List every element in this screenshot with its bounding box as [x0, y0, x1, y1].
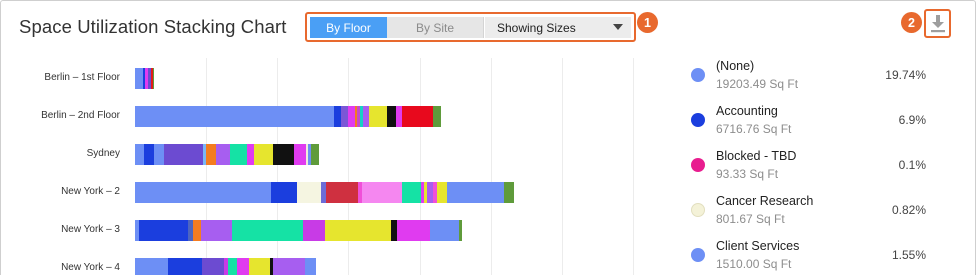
bar-segment[interactable]: [135, 258, 168, 275]
bar-segment[interactable]: [153, 68, 154, 89]
row-label: Berlin – 1st Floor: [44, 72, 120, 83]
bar-segment[interactable]: [202, 258, 224, 275]
bar-segment[interactable]: [164, 144, 203, 165]
legend-size: 6716.76 Sq Ft: [716, 122, 792, 136]
legend-size: 1510.00 Sq Ft: [716, 257, 792, 271]
bar-segment[interactable]: [216, 144, 230, 165]
legend-percentage: 19.74%: [885, 68, 926, 82]
legend-name: Accounting: [716, 104, 778, 118]
bar-segment[interactable]: [504, 182, 514, 203]
bar-segment[interactable]: [348, 106, 355, 127]
bar-segment[interactable]: [139, 220, 188, 241]
legend-item[interactable]: Client Services 1510.00 Sq Ft 1.55%: [676, 233, 936, 275]
page-title: Space Utilization Stacking Chart: [19, 16, 287, 37]
gridline: [420, 58, 421, 275]
legend-item[interactable]: Accounting 6716.76 Sq Ft 6.9%: [676, 98, 936, 143]
bar-segment[interactable]: [397, 220, 430, 241]
gridline: [277, 58, 278, 275]
legend-percentage: 0.1%: [898, 158, 926, 172]
bar-segment[interactable]: [326, 182, 358, 203]
legend-name: Client Services: [716, 239, 800, 253]
bar-segment[interactable]: [135, 68, 143, 89]
bar-segment[interactable]: [294, 144, 306, 165]
bar-segment[interactable]: [273, 258, 305, 275]
gridline: [562, 58, 563, 275]
gridline: [206, 58, 207, 275]
bar-segment[interactable]: [334, 106, 341, 127]
gridline: [348, 58, 349, 275]
chevron-down-icon: [613, 24, 623, 30]
legend-size: 19203.49 Sq Ft: [716, 77, 799, 91]
bar-segment[interactable]: [362, 182, 402, 203]
bar-segment[interactable]: [228, 258, 237, 275]
bar-segment[interactable]: [387, 106, 396, 127]
legend-name: Cancer Research: [716, 194, 814, 208]
bar-segment[interactable]: [430, 220, 459, 241]
legend-item[interactable]: Cancer Research 801.67 Sq Ft 0.82%: [676, 188, 936, 233]
bar-segment[interactable]: [230, 144, 247, 165]
bar-segment[interactable]: [447, 182, 504, 203]
size-mode-dropdown[interactable]: Showing Sizes: [485, 17, 631, 38]
legend-swatch: [691, 248, 705, 262]
by-floor-toggle[interactable]: By Floor: [310, 17, 387, 38]
bar-segment[interactable]: [144, 144, 154, 165]
bar-segment[interactable]: [135, 182, 271, 203]
bar-segment[interactable]: [341, 106, 348, 127]
legend-item[interactable]: (None) 19203.49 Sq Ft 19.74%: [676, 53, 936, 98]
download-button[interactable]: [924, 9, 951, 38]
legend-swatch: [691, 158, 705, 172]
bar-segment[interactable]: [273, 144, 294, 165]
legend-percentage: 6.9%: [898, 113, 926, 127]
legend-percentage: 0.82%: [891, 203, 926, 217]
bar-segment[interactable]: [254, 144, 273, 165]
bar-segment[interactable]: [437, 182, 447, 203]
bar-segment[interactable]: [237, 258, 249, 275]
step-badge-2: 2: [901, 12, 922, 33]
legend-swatch: [691, 203, 705, 217]
gridline: [491, 58, 492, 275]
bar-segment[interactable]: [135, 106, 334, 127]
stacking-chart: Berlin – 1st Floor Berlin – 2nd Floor Sydn…: [0, 50, 660, 275]
bar-segment[interactable]: [168, 258, 202, 275]
step-badge-1: 1: [637, 12, 658, 33]
legend-percentage: 1.55%: [891, 248, 926, 262]
legend-name: Blocked - TBD: [716, 149, 797, 163]
legend-swatch: [691, 113, 705, 127]
bar-segment[interactable]: [154, 144, 164, 165]
bar-segment[interactable]: [369, 106, 387, 127]
row-label: New York – 2: [61, 186, 120, 197]
legend-item[interactable]: Blocked - TBD 93.33 Sq Ft 0.1%: [676, 143, 936, 188]
bar-segment[interactable]: [402, 106, 433, 127]
row-label: Sydney: [86, 148, 120, 159]
bar-segment[interactable]: [433, 106, 441, 127]
bar-segment[interactable]: [325, 220, 391, 241]
bar-segment[interactable]: [135, 144, 144, 165]
legend-size: 93.33 Sq Ft: [716, 167, 779, 181]
row-label: New York – 3: [61, 224, 120, 235]
bar-segment[interactable]: [303, 220, 325, 241]
size-mode-dropdown-value: Showing Sizes: [497, 20, 576, 35]
legend-size: 801.67 Sq Ft: [716, 212, 785, 226]
bar-segment[interactable]: [459, 220, 462, 241]
bar-segment[interactable]: [271, 182, 297, 203]
bar-segment[interactable]: [249, 258, 270, 275]
legend-swatch: [691, 68, 705, 82]
row-label: Berlin – 2nd Floor: [41, 110, 120, 121]
legend-name: (None): [716, 59, 755, 73]
bar-segment[interactable]: [247, 144, 254, 165]
bar-segment[interactable]: [311, 144, 319, 165]
by-site-toggle[interactable]: By Site: [387, 17, 484, 38]
bar-segment[interactable]: [305, 258, 316, 275]
row-label: New York – 4: [61, 262, 120, 273]
bar-segment[interactable]: [402, 182, 421, 203]
bar-segment[interactable]: [193, 220, 201, 241]
bar-segment[interactable]: [206, 144, 216, 165]
bar-segment[interactable]: [232, 220, 303, 241]
gridline: [633, 58, 634, 275]
download-icon: [931, 15, 945, 33]
bar-segment[interactable]: [297, 182, 321, 203]
bar-segment[interactable]: [201, 220, 232, 241]
